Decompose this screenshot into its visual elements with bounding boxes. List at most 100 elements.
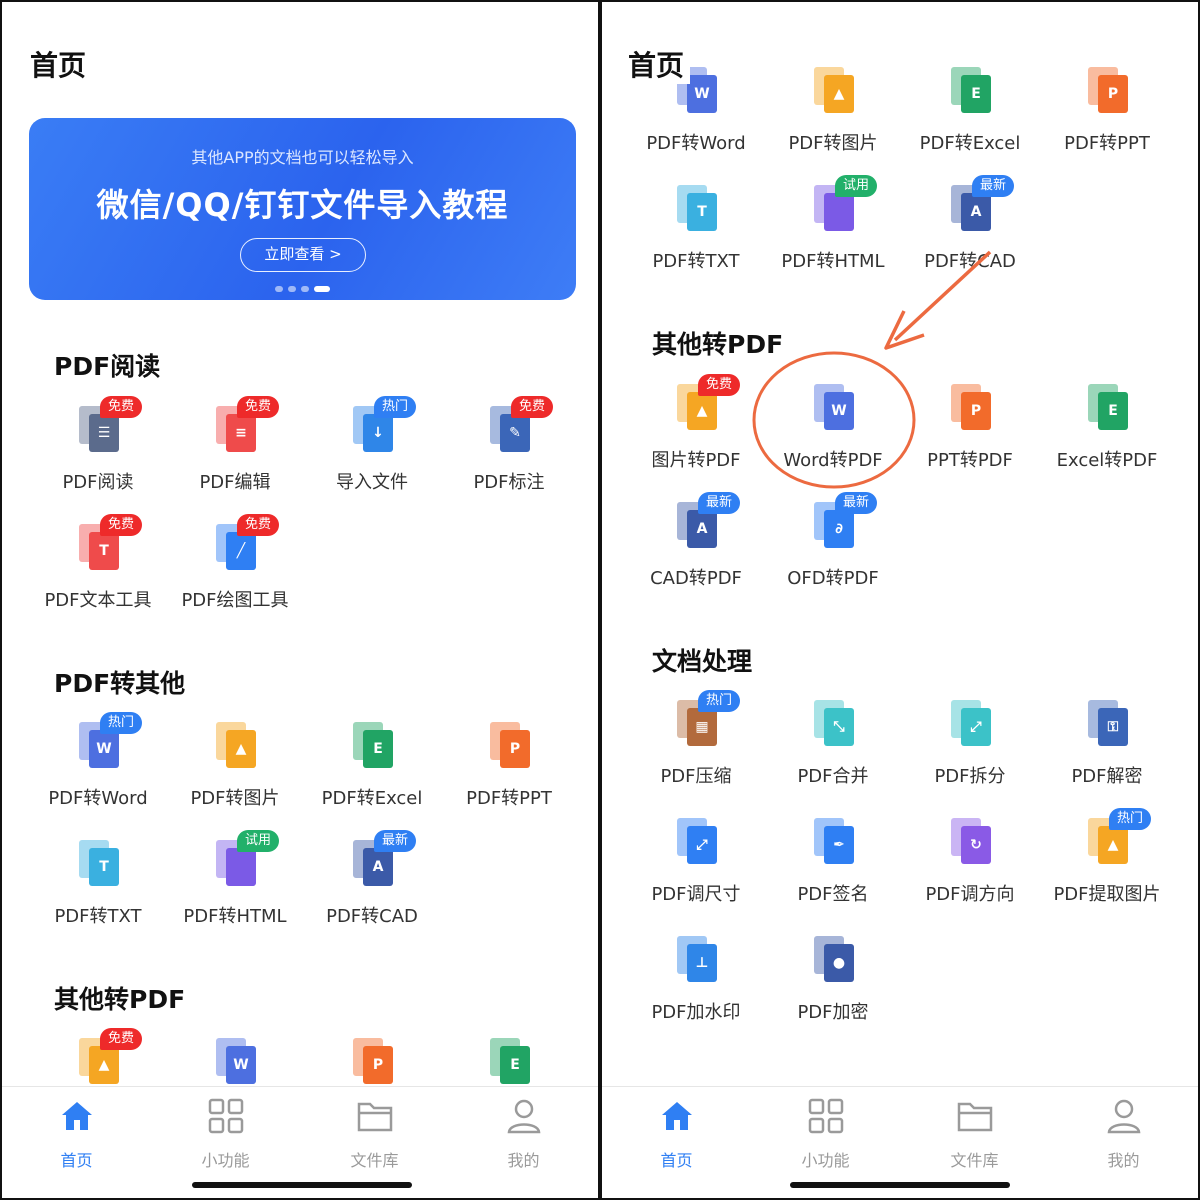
tool-item[interactable]: P PDF转PPT [441,712,577,830]
item-badge: 免费 [100,396,143,418]
tab-user[interactable]: 我的 [449,1087,598,1187]
ppt-icon: P [351,1038,395,1084]
carousel-dot [301,286,309,292]
import-tutorial-banner[interactable]: 其他APP的文档也可以轻松导入 微信/QQ/钉钉文件导入教程 立即查看 > [29,118,576,300]
tab-label: 我的 [1107,1151,1140,1170]
tool-item[interactable]: ↻ PDF调方向 [902,808,1038,926]
item-badge: 试用 [835,175,878,197]
txt-icon: T [675,185,719,231]
item-badge: 免费 [237,396,280,418]
tab-home[interactable]: 首页 [602,1087,751,1187]
tool-label: PDF提取图片 [1053,884,1161,905]
word-icon: W [214,1038,258,1084]
tool-item[interactable]: ▦ 热门 PDF压缩 [628,690,764,808]
tool-label: PDF转图片 [190,788,280,809]
tool-item[interactable]: ∂ 最新 OFD转PDF [765,492,901,610]
tool-item[interactable]: ⚿ PDF解密 [1039,690,1175,808]
item-badge: 免费 [511,396,554,418]
unlock-icon: ⚿ [1086,700,1130,746]
stamp-icon: ⊥ [675,936,719,982]
tool-item[interactable]: ▲ 免费 图片转PDF [628,374,764,492]
tool-item[interactable]: ✒ PDF签名 [765,808,901,926]
word-icon: W [812,384,856,430]
banner-subtitle: 其他APP的文档也可以轻松导入 [191,148,414,167]
tool-item[interactable]: ⤢ PDF调尺寸 [628,808,764,926]
tool-label: Excel转PDF [1056,450,1158,471]
tool-label: PDF转PPT [466,788,552,809]
tool-item[interactable]: A 最新 PDF转CAD [902,175,1038,293]
tool-item[interactable]: ⊥ PDF加水印 [628,926,764,1044]
tool-label: PDF转CAD [326,906,418,927]
tool-item[interactable]: T PDF转TXT [30,830,166,948]
item-badge: 免费 [698,374,741,396]
tool-item[interactable]: E PDF转Excel [902,57,1038,175]
tool-item[interactable]: T 免费 PDF文本工具 [30,514,166,632]
tool-label: CAD转PDF [650,568,742,589]
tool-item[interactable]: ≡ 免费 PDF编辑 [167,396,303,514]
item-badge: 热门 [1109,808,1152,830]
section-title-doc-processing: 文档处理 [652,647,753,676]
item-badge: 免费 [100,1028,143,1050]
tab-user[interactable]: 我的 [1049,1087,1198,1187]
tool-item[interactable]: E Excel转PDF [1039,374,1175,492]
tool-item[interactable]: ╱ 免费 PDF绘图工具 [167,514,303,632]
folder-icon [956,1097,994,1135]
tool-label: PDF加水印 [651,1002,741,1023]
tool-item[interactable]: ☰ 免费 PDF阅读 [30,396,166,514]
tool-item[interactable]: ▲ 热门 PDF提取图片 [1039,808,1175,926]
tab-grid[interactable]: 小功能 [751,1087,900,1187]
tool-label: PDF转图片 [788,133,878,154]
resize-icon: ⤢ [675,818,719,864]
tool-label: PDF转HTML [183,906,287,927]
tab-folder[interactable]: 文件库 [300,1087,449,1187]
item-badge: 最新 [698,492,741,514]
tool-item[interactable]: W 热门 PDF转Word [30,712,166,830]
tool-label: PDF阅读 [62,472,134,493]
section-title-pdf-to-other: PDF转其他 [54,669,186,698]
tool-item[interactable]: 试用 PDF转HTML [765,175,901,293]
tool-item[interactable]: A 最新 PDF转CAD [304,830,440,948]
tool-item[interactable]: T PDF转TXT [628,175,764,293]
tool-item[interactable]: W Word转PDF [765,374,901,492]
folder-icon [356,1097,394,1135]
excel-icon: E [351,722,395,768]
tool-label: PDF拆分 [934,766,1006,787]
txt-icon: T [77,840,121,886]
tab-label: 首页 [660,1151,693,1170]
tool-item[interactable]: ▲ PDF转图片 [167,712,303,830]
section-title-other-to-pdf: 其他转PDF [54,985,186,1014]
tool-item[interactable]: P PPT转PDF [902,374,1038,492]
tab-label: 文件库 [950,1151,999,1170]
tool-label: PDF转Excel [321,788,423,809]
left-screen: 首页 其他APP的文档也可以轻松导入 微信/QQ/钉钉文件导入教程 立即查看 >… [0,0,600,1200]
tool-item[interactable]: E PDF转Excel [304,712,440,830]
tab-folder[interactable]: 文件库 [900,1087,1049,1187]
tool-item[interactable]: P PDF转PPT [1039,57,1175,175]
tab-label: 我的 [507,1151,540,1170]
tool-item[interactable]: 试用 PDF转HTML [167,830,303,948]
tool-label: PDF转Excel [919,133,1021,154]
tool-item[interactable]: ↓ 热门 导入文件 [304,396,440,514]
image-icon: ▲ [812,67,856,113]
tool-item[interactable]: ● PDF加密 [765,926,901,1044]
ppt-icon: P [949,384,993,430]
tool-item[interactable]: ✎ 免费 PDF标注 [441,396,577,514]
tool-label: 图片转PDF [651,450,741,471]
tool-label: PDF签名 [797,884,869,905]
tool-item[interactable]: ▲ PDF转图片 [765,57,901,175]
excel-icon: E [1086,384,1130,430]
item-badge: 热门 [374,396,417,418]
page-title: 首页 [30,49,87,82]
tool-item[interactable]: ⤢ PDF拆分 [902,690,1038,808]
item-badge: 试用 [237,830,280,852]
tool-label: PDF编辑 [199,472,271,493]
tool-item[interactable]: ⤡ PDF合并 [765,690,901,808]
ppt-icon: P [488,722,532,768]
tool-item[interactable]: A 最新 CAD转PDF [628,492,764,610]
tab-home[interactable]: 首页 [2,1087,151,1187]
tab-grid[interactable]: 小功能 [151,1087,300,1187]
excel-icon: E [949,67,993,113]
tool-label: OFD转PDF [787,568,879,589]
tool-label: PDF合并 [797,766,869,787]
view-now-button[interactable]: 立即查看 > [240,238,366,272]
